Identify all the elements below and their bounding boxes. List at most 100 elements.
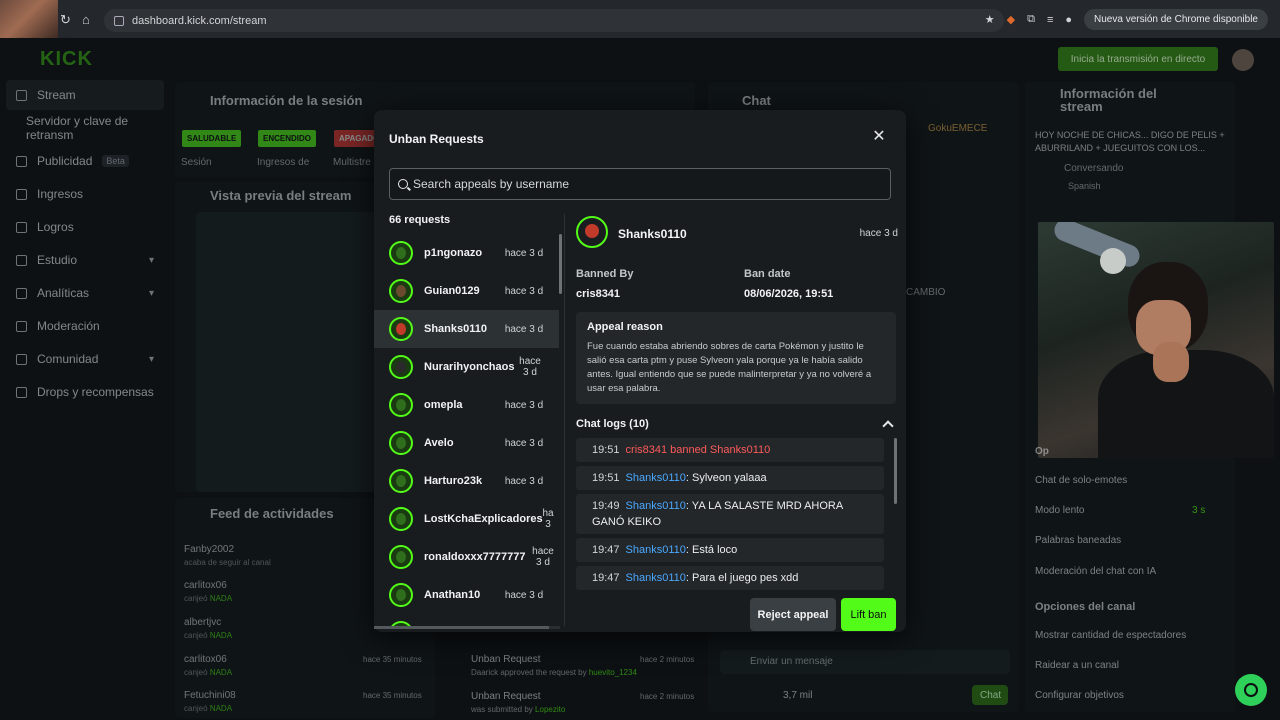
sidebar-item-server-key[interactable]: Servidor y clave de retransm bbox=[6, 113, 164, 143]
sidebar-item-label: Ingresos bbox=[37, 187, 84, 201]
close-icon[interactable]: ✕ bbox=[872, 129, 886, 145]
stream-preview-video[interactable] bbox=[196, 212, 374, 492]
list-item[interactable]: Harturo23k hace 3 d bbox=[374, 462, 559, 500]
ban-date-value: 08/06/2026, 19:51 bbox=[744, 288, 834, 300]
requests-list[interactable]: p1ngonazo hace 3 d Guian0129 hace 3 d Shan… bbox=[374, 234, 560, 626]
divider bbox=[564, 214, 565, 626]
sidebar-item-analytics[interactable]: Analíticas ▾ bbox=[6, 278, 164, 308]
profile-icon[interactable]: ● bbox=[1065, 14, 1072, 26]
user-avatar[interactable] bbox=[1232, 49, 1254, 71]
avatar bbox=[389, 583, 413, 607]
feed-title: Feed de actividades bbox=[210, 506, 334, 521]
lift-ban-button[interactable]: Lift ban bbox=[841, 598, 896, 631]
option-emotes-only[interactable]: Chat de solo-emotes bbox=[1035, 475, 1225, 486]
sidebar-item-achievements[interactable]: Logros bbox=[6, 212, 164, 242]
list-item[interactable]: Nurarihyonchaos hace 3 d bbox=[374, 348, 559, 386]
request-username: Nurarihyonchaos bbox=[424, 361, 515, 373]
request-username: Guian0129 bbox=[424, 285, 480, 297]
chevron-up-icon[interactable] bbox=[882, 420, 894, 432]
option-show-viewers[interactable]: Mostrar cantidad de espectadores bbox=[1035, 630, 1225, 641]
list-item[interactable]: LostKchaExplicadores ha 3 bbox=[374, 500, 559, 538]
detail-time: hace 3 d bbox=[859, 228, 898, 239]
banned-by-value: cris8341 bbox=[576, 288, 621, 300]
trophy-icon bbox=[16, 221, 27, 233]
feed-unban-sub: was submitted by Lopezito bbox=[471, 705, 566, 714]
request-time: hace 3 d bbox=[504, 247, 544, 259]
avatar bbox=[389, 279, 413, 303]
list-horizontal-scrollbar[interactable] bbox=[374, 626, 560, 629]
avatar bbox=[576, 216, 608, 248]
feed-time: hace 35 minutos bbox=[363, 691, 422, 700]
go-live-button[interactable]: Inicia la transmisión en directo bbox=[1058, 47, 1218, 71]
session-label: Sesión bbox=[181, 157, 212, 168]
bookmark-star-icon[interactable]: ★ bbox=[985, 13, 995, 26]
avatar bbox=[389, 507, 413, 531]
chat-log-entry: 19:47 Shanks0110: Para el juego pes xdd bbox=[576, 566, 884, 590]
chat-log-entry: 19:49 Shanks0110: YA LA SALASTE MRD AHORA… bbox=[576, 494, 884, 534]
list-item-selected[interactable]: Shanks0110 hace 3 d bbox=[374, 310, 559, 348]
reload-icon[interactable]: ↻ bbox=[60, 12, 71, 28]
headset-icon bbox=[1244, 683, 1258, 697]
list-item[interactable] bbox=[374, 614, 559, 626]
banned-by-label: Banned By bbox=[576, 268, 634, 280]
stream-icon bbox=[16, 89, 27, 101]
chat-logs-header[interactable]: Chat logs (10) bbox=[576, 418, 896, 432]
session-label: Ingresos de bbox=[257, 157, 310, 168]
viewer-count: 3,7 mil bbox=[783, 690, 813, 701]
list-item[interactable]: p1ngonazo hace 3 d bbox=[374, 234, 559, 272]
search-field[interactable] bbox=[389, 168, 891, 200]
address-bar[interactable]: dashboard.kick.com/stream bbox=[104, 9, 1004, 32]
sidebar-item-moderation[interactable]: Moderación bbox=[6, 311, 164, 341]
slow-mode-value: 3 s bbox=[1192, 505, 1206, 516]
option-goals[interactable]: Configurar objetivos bbox=[1035, 690, 1225, 701]
option-ai-moderation[interactable]: Moderación del chat con IA bbox=[1035, 566, 1225, 577]
home-icon[interactable]: ⌂ bbox=[82, 12, 90, 27]
status-badge: ENCENDIDO bbox=[258, 130, 317, 147]
list-item[interactable]: omepla hace 3 d bbox=[374, 386, 559, 424]
list-item[interactable]: Anathan10 hace 3 d bbox=[374, 576, 559, 614]
site-info-icon[interactable] bbox=[114, 15, 124, 26]
feed-unban-title: Unban Request bbox=[471, 654, 541, 665]
sidebar-item-stream[interactable]: Stream bbox=[6, 80, 164, 110]
list-item[interactable]: Avelo hace 3 d bbox=[374, 424, 559, 462]
chat-log-entry: 19:47 Shanks0110: Está loco bbox=[576, 538, 884, 562]
sidebar-item-studio[interactable]: Estudio ▾ bbox=[6, 245, 164, 275]
sidebar-item-income[interactable]: Ingresos bbox=[6, 179, 164, 209]
option-banned-words[interactable]: Palabras baneadas bbox=[1035, 535, 1225, 546]
chart-icon bbox=[16, 287, 27, 299]
money-icon bbox=[16, 188, 27, 200]
media-icon[interactable]: ≡ bbox=[1047, 14, 1053, 26]
chat-log-entry: 19:51 cris8341 banned Shanks0110 bbox=[576, 438, 884, 462]
studio-icon bbox=[16, 254, 27, 266]
logs-scrollbar[interactable] bbox=[894, 438, 897, 504]
megaphone-icon bbox=[16, 155, 27, 167]
extension-icon[interactable]: ◆ bbox=[1007, 13, 1015, 26]
chat-input-placeholder: Enviar un mensaje bbox=[750, 656, 833, 667]
list-scrollbar[interactable] bbox=[559, 234, 562, 294]
browser-toolbar: ↻ ⌂ dashboard.kick.com/stream ★ ◆ ⧉ ≡ ● … bbox=[0, 0, 1280, 38]
chrome-update-button[interactable]: Nueva versión de Chrome disponible bbox=[1084, 9, 1268, 30]
sidebar-item-drops[interactable]: Drops y recompensas bbox=[6, 377, 164, 407]
sidebar-item-community[interactable]: Comunidad ▾ bbox=[6, 344, 164, 374]
search-icon bbox=[398, 179, 408, 189]
request-time: hace 3 d bbox=[504, 475, 544, 487]
reject-appeal-button[interactable]: Reject appeal bbox=[750, 598, 836, 631]
request-time: hace 3 d bbox=[532, 546, 554, 568]
request-time: ha 3 bbox=[542, 508, 554, 530]
option-raid[interactable]: Raidear a un canal bbox=[1035, 660, 1225, 671]
appeal-reason-title: Appeal reason bbox=[587, 321, 663, 333]
list-item[interactable]: Guian0129 hace 3 d bbox=[374, 272, 559, 310]
options-heading: Op bbox=[1035, 446, 1049, 457]
sidebar-item-ads[interactable]: Publicidad Beta bbox=[6, 146, 164, 176]
support-chat-button[interactable] bbox=[1235, 674, 1267, 706]
extensions-puzzle-icon[interactable]: ⧉ bbox=[1027, 13, 1035, 26]
sidebar-item-label: Drops y recompensas bbox=[37, 385, 154, 399]
request-time: hace 3 d bbox=[504, 399, 544, 411]
list-item[interactable]: ronaldoxxx7777777 hace 3 d bbox=[374, 538, 559, 576]
feed-time: hace 35 minutos bbox=[363, 655, 422, 664]
preview-title: Vista previa del stream bbox=[210, 188, 352, 203]
microphone-arm bbox=[1051, 222, 1143, 271]
channel-options-heading: Opciones del canal bbox=[1035, 601, 1136, 613]
search-input[interactable] bbox=[413, 177, 883, 191]
chat-message: CAMBIO bbox=[906, 287, 946, 298]
